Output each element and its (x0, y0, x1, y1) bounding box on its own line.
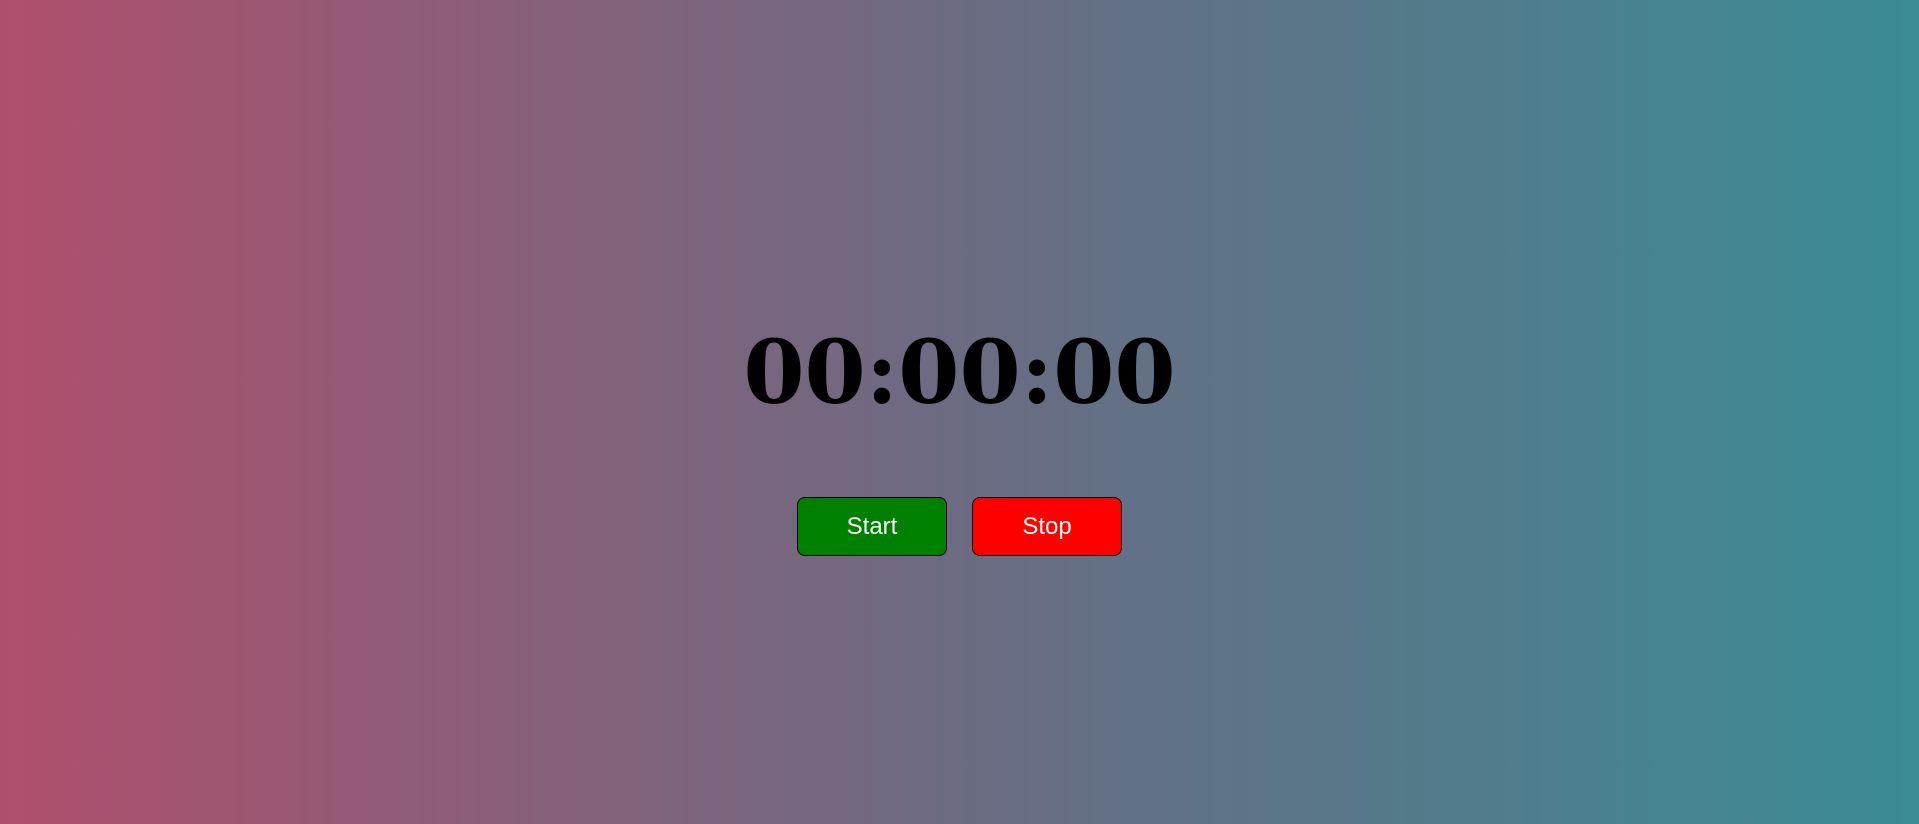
controls: Start Stop (0, 497, 1919, 556)
stopwatch-app: 00:00:00 Start Stop (0, 0, 1919, 824)
stop-button[interactable]: Stop (972, 497, 1122, 556)
start-button[interactable]: Start (797, 497, 947, 556)
time-display: 00:00:00 (743, 320, 1176, 424)
